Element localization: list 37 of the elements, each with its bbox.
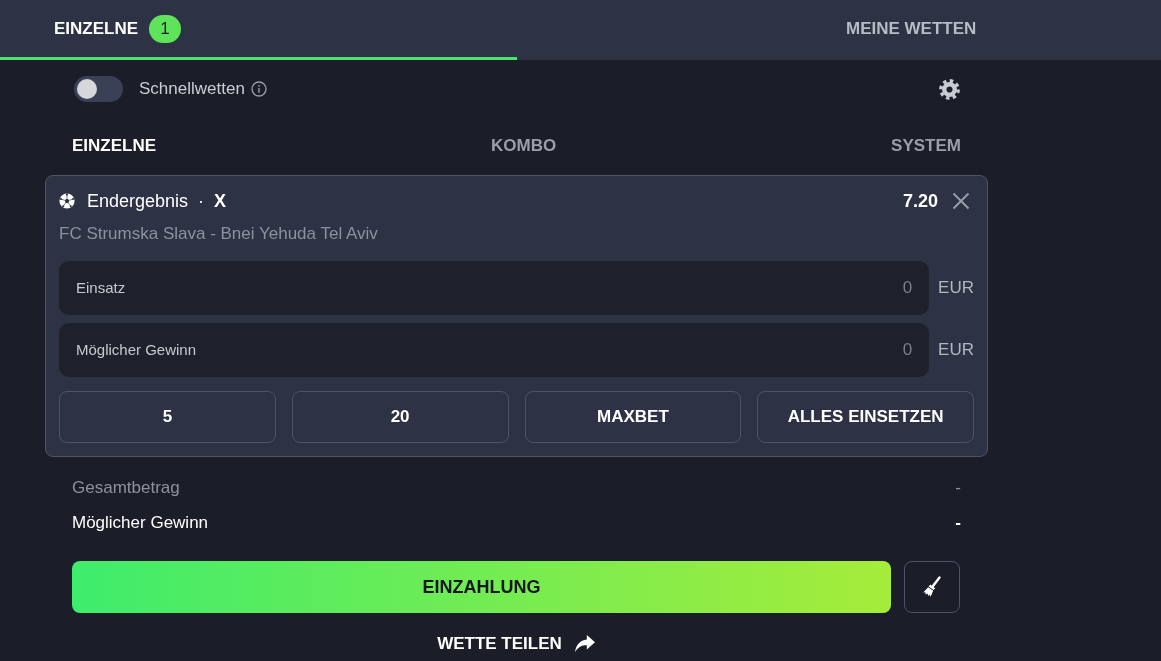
match-name: FC Strumska Slava - Bnei Yehuda Tel Aviv: [59, 223, 379, 245]
toggle-label: Schnellwetten: [139, 78, 245, 101]
summary-label: Möglicher Gewinn: [72, 512, 209, 535]
clear-button[interactable]: [904, 561, 960, 613]
selection-label: X: [214, 189, 227, 213]
info-icon[interactable]: [250, 81, 267, 97]
close-icon[interactable]: [952, 192, 970, 210]
toggle-switch[interactable]: [74, 76, 123, 102]
summary-value: -: [955, 477, 961, 500]
bet-type-tab[interactable]: EINZELNE: [72, 133, 157, 159]
bet-type-tab[interactable]: SYSTEM: [891, 133, 961, 159]
share-icon[interactable]: [573, 633, 596, 654]
stake-button[interactable]: 5: [59, 391, 276, 443]
amount-field[interactable]: Möglicher Gewinn 0: [59, 323, 930, 377]
deposit-button[interactable]: EINZAHLUNG: [72, 561, 891, 613]
amount-field[interactable]: Einsatz 0: [59, 261, 930, 315]
tab[interactable]: MEINE WETTEN: [517, 0, 1161, 60]
settings-icon[interactable]: [939, 78, 960, 100]
amount-input[interactable]: 0: [137, 273, 913, 303]
amount-input[interactable]: 0: [208, 335, 913, 365]
field-label: Möglicher Gewinn: [76, 339, 197, 360]
market-name: Endergebnis: [87, 189, 189, 213]
bet-type-tab[interactable]: KOMBO: [491, 133, 557, 159]
count-badge: 1: [149, 14, 182, 43]
separator-text: ·: [198, 189, 205, 213]
currency-label: EUR: [938, 339, 974, 362]
stake-button[interactable]: MAXBET: [524, 391, 742, 443]
tab[interactable]: EINZELNE 1: [0, 0, 517, 60]
summary-label: Gesamtbetrag: [72, 477, 180, 500]
currency-label: EUR: [938, 277, 974, 300]
odds-value: 7.20: [902, 189, 938, 213]
share-link[interactable]: WETTE TEILEN: [437, 631, 562, 657]
summary-value: -: [955, 512, 961, 535]
stake-button[interactable]: 20: [291, 391, 509, 443]
soccer-ball-icon: [59, 193, 75, 209]
field-label: Einsatz: [76, 277, 126, 298]
stake-button[interactable]: ALLES EINSETZEN: [757, 391, 974, 443]
